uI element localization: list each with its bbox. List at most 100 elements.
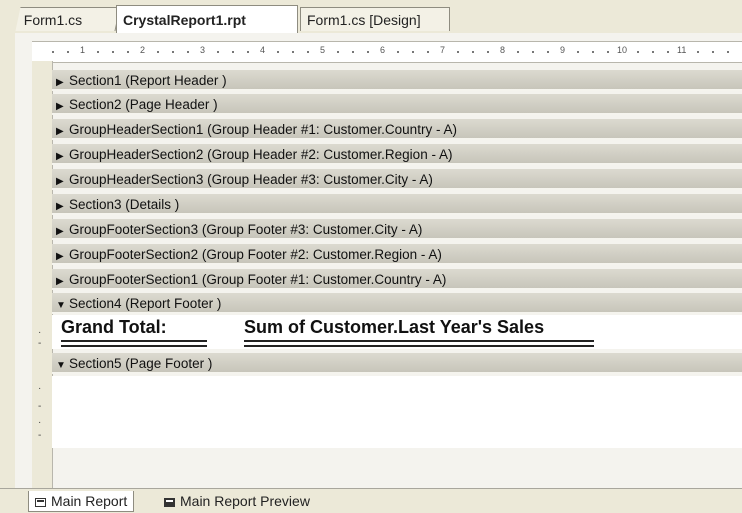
ruler-mark: 7 <box>440 45 446 55</box>
expand-arrow-icon[interactable]: ▶ <box>52 271 69 292</box>
tab-label: Main Report Preview <box>180 493 310 509</box>
section-band-report-footer[interactable]: ▼ Section4 (Report Footer ) <box>52 293 742 314</box>
expand-arrow-icon[interactable]: ▶ <box>52 96 69 117</box>
expand-arrow-icon[interactable]: ▶ <box>52 72 69 93</box>
ruler-tick <box>472 51 474 53</box>
ruler-tick <box>487 51 489 53</box>
page-footer-area[interactable] <box>52 376 742 448</box>
preview-icon <box>164 498 175 507</box>
rail-tick: · <box>38 383 42 394</box>
section-band[interactable]: ▶ GroupHeaderSection1 (Group Header #1: C… <box>52 119 742 140</box>
tab-label: Form1.cs [Design] <box>307 12 421 28</box>
ruler-tick <box>652 51 654 53</box>
single-underline <box>244 340 594 342</box>
section-band[interactable]: ▶ GroupHeaderSection3 (Group Header #3: C… <box>52 169 742 190</box>
ruler-tick <box>592 51 594 53</box>
rail-tick: - <box>38 338 42 349</box>
section-label: GroupFooterSection2 (Group Footer #2: Cu… <box>69 247 442 262</box>
section-band[interactable]: ▶ GroupFooterSection2 (Group Footer #2: C… <box>52 244 742 265</box>
single-underline <box>61 340 207 342</box>
ruler-tick <box>157 51 159 53</box>
section-label: GroupFooterSection1 (Group Footer #1: Cu… <box>69 272 447 287</box>
section-label: Section1 (Report Header ) <box>69 73 227 88</box>
section-label: GroupFooterSection3 (Group Footer #3: Cu… <box>69 222 423 237</box>
ruler-tick <box>397 51 399 53</box>
ruler-tick <box>637 51 639 53</box>
ruler-tick <box>172 51 174 53</box>
rail-tick: - <box>38 401 42 412</box>
section-band[interactable]: ▶ GroupFooterSection3 (Group Footer #3: C… <box>52 219 742 240</box>
ruler-tick <box>337 51 339 53</box>
expand-arrow-icon[interactable]: ▶ <box>52 196 69 217</box>
ruler-tick <box>667 51 669 53</box>
rail-tick: · <box>38 417 42 428</box>
section-band-page-footer[interactable]: ▼ Section5 (Page Footer ) <box>52 353 742 374</box>
ruler-mark: 5 <box>320 45 326 55</box>
expand-arrow-icon[interactable]: ▶ <box>52 246 69 267</box>
tab-main-report-preview[interactable]: Main Report Preview <box>158 491 316 512</box>
ruler-mark: 10 <box>617 45 628 55</box>
ruler-tick <box>127 51 129 53</box>
ruler-tick <box>292 51 294 53</box>
ruler-tick <box>367 51 369 53</box>
ruler-tick <box>112 51 114 53</box>
section-band[interactable]: ▶ Section1 (Report Header ) <box>52 70 742 91</box>
ruler-tick <box>457 51 459 53</box>
ruler-mark: 3 <box>200 45 206 55</box>
ruler-tick <box>52 51 54 53</box>
rail-tick: · <box>38 327 42 338</box>
ruler-tick <box>97 51 99 53</box>
report-view-tabs: Main Report Main Report Preview <box>0 488 742 513</box>
ruler-tick <box>187 51 189 53</box>
ruler-tick <box>232 51 234 53</box>
rail-tick: - <box>38 430 42 441</box>
report-designer: 1 2 3 4 5 6 7 8 9 10 11 ▶ Section1 (Repor… <box>0 33 742 488</box>
document-tab-strip: Form1.cs CrystalReport1.rpt Form1.cs [De… <box>0 0 742 33</box>
tab-crystalreport1-rpt[interactable]: CrystalReport1.rpt <box>116 5 298 33</box>
section-label: Section5 (Page Footer ) <box>69 356 213 371</box>
tab-label: Form1.cs <box>23 12 83 28</box>
tab-form1-design[interactable]: Form1.cs [Design] <box>300 7 450 31</box>
expand-arrow-icon[interactable]: ▶ <box>52 171 69 192</box>
ruler-mark: 1 <box>80 45 86 55</box>
section-label: Section3 (Details ) <box>69 197 180 212</box>
expand-arrow-icon[interactable]: ▶ <box>52 221 69 242</box>
ruler-mark: 4 <box>260 45 266 55</box>
section-band[interactable]: ▶ GroupHeaderSection2 (Group Header #2: C… <box>52 144 742 165</box>
ruler-tick <box>427 51 429 53</box>
ruler-mark: 8 <box>500 45 506 55</box>
collapse-arrow-icon[interactable]: ▼ <box>52 295 69 316</box>
section-band[interactable]: ▶ Section2 (Page Header ) <box>52 94 742 115</box>
ruler-tick <box>532 51 534 53</box>
section-band[interactable]: ▶ Section3 (Details ) <box>52 194 742 215</box>
report-icon <box>35 498 46 507</box>
ruler-tick <box>412 51 414 53</box>
sum-field[interactable]: Sum of Customer.Last Year's Sales <box>244 317 544 338</box>
ruler-tick <box>277 51 279 53</box>
section-label: Section4 (Report Footer ) <box>69 296 222 311</box>
ruler-tick <box>67 51 69 53</box>
tab-label: CrystalReport1.rpt <box>123 12 246 28</box>
ruler-tick <box>697 51 699 53</box>
ruler-tick <box>712 51 714 53</box>
report-footer-area[interactable]: Grand Total: Sum of Customer.Last Year's… <box>52 315 742 349</box>
tab-main-report[interactable]: Main Report <box>28 491 135 512</box>
section-label: GroupHeaderSection3 (Group Header #3: Cu… <box>69 172 433 187</box>
ruler-mark: 2 <box>140 45 146 55</box>
tab-form1-cs[interactable]: Form1.cs <box>15 7 121 31</box>
ruler-mark: 9 <box>560 45 566 55</box>
left-gutter <box>0 33 15 488</box>
ruler-tick <box>217 51 219 53</box>
grand-total-label[interactable]: Grand Total: <box>61 317 167 338</box>
expand-arrow-icon[interactable]: ▶ <box>52 121 69 142</box>
ruler-tick <box>352 51 354 53</box>
ruler-tick <box>577 51 579 53</box>
ruler-tick <box>607 51 609 53</box>
section-label: GroupHeaderSection2 (Group Header #2: Cu… <box>69 147 453 162</box>
section-label: Section2 (Page Header ) <box>69 97 218 112</box>
section-band[interactable]: ▶ GroupFooterSection1 (Group Footer #1: C… <box>52 269 742 290</box>
collapse-arrow-icon[interactable]: ▼ <box>52 355 69 376</box>
expand-arrow-icon[interactable]: ▶ <box>52 146 69 167</box>
double-underline <box>244 345 594 347</box>
ruler-tick <box>307 51 309 53</box>
